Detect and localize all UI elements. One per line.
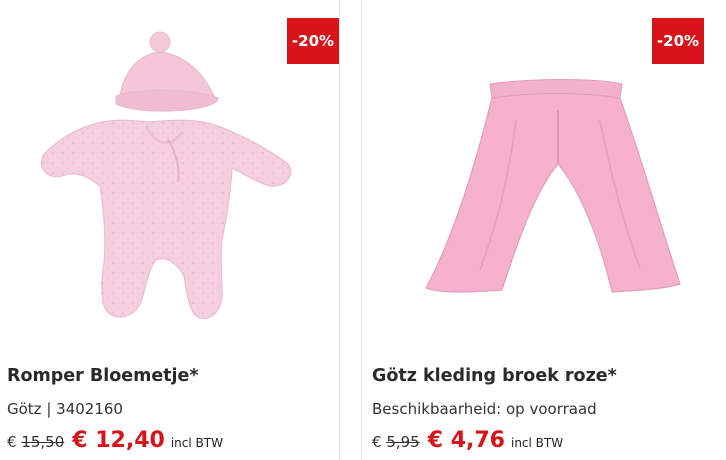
product-title[interactable]: Götz kleding broek roze* [372,366,617,386]
old-price: € 15,50 [7,433,64,451]
price-row: € 5,95 € 4,76 incl BTW [372,428,563,453]
new-price: € 12,40 [72,428,165,453]
availability-text: Beschikbaarheid: op voorraad [372,400,597,418]
old-price-currency: € [7,433,17,451]
old-price-amount: 5,95 [386,433,420,451]
product-card-broek[interactable]: -20% Götz kleding broek roze* Beschikbaa… [361,0,726,460]
old-price-currency: € [372,433,382,451]
discount-badge: -20% [652,18,704,64]
new-price: € 4,76 [427,428,505,453]
product-grid: -20% Romper Bloemetje* Götz | 3402160 € … [0,0,726,460]
price-row: € 15,50 € 12,40 incl BTW [7,428,223,453]
product-meta: Götz | 3402160 [7,400,123,418]
product-card-romper[interactable]: -20% Romper Bloemetje* Götz | 3402160 € … [0,0,340,460]
incl-btw-label: incl BTW [170,436,223,450]
product-title[interactable]: Romper Bloemetje* [7,366,199,386]
old-price-amount: 15,50 [21,433,65,451]
discount-badge: -20% [287,18,339,64]
incl-btw-label: incl BTW [510,436,564,450]
old-price: € 5,95 [372,433,420,451]
